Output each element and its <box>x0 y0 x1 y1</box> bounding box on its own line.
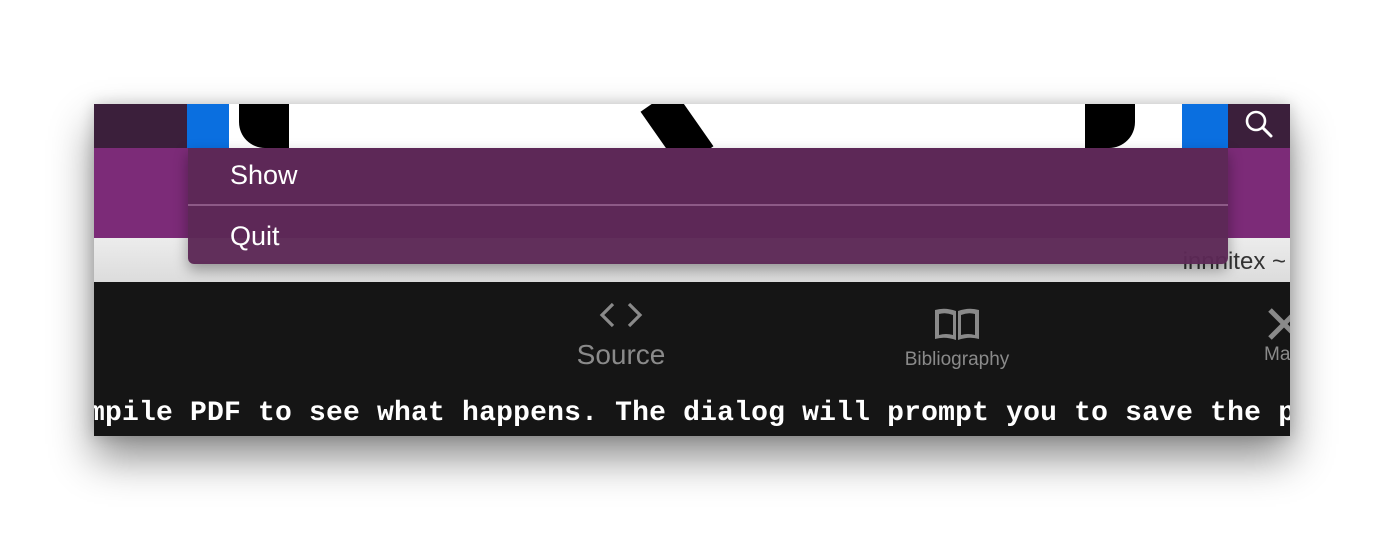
status-item-highlight-right <box>1182 104 1228 148</box>
tab-source-label: Source <box>576 339 666 370</box>
menu-separator <box>188 204 1228 206</box>
tab-source[interactable]: Source <box>546 300 696 371</box>
tab-bibliography-label: Bibliography <box>904 349 1010 370</box>
menu-item-show[interactable]: Show <box>188 150 1228 200</box>
status-item-menu: Show Quit <box>188 148 1228 264</box>
editor-source-text[interactable]: mpile PDF to see what happens. The dialo… <box>94 398 1290 429</box>
editor-panel: Source Bibliography Ma mpile PDF to see … <box>94 282 1290 436</box>
tab-more[interactable]: Ma <box>1264 306 1290 366</box>
status-item-highlight-left <box>187 104 229 148</box>
tab-more-label: Ma <box>1264 344 1290 365</box>
book-icon <box>933 308 981 346</box>
search-icon <box>1244 109 1274 144</box>
menu-bar <box>94 104 1290 170</box>
code-brackets-icon <box>599 302 643 334</box>
spotlight-search-button[interactable] <box>1228 104 1290 148</box>
status-item-glyph-left <box>239 104 289 148</box>
close-x-icon <box>1264 306 1290 342</box>
status-bar-item[interactable] <box>187 104 1228 170</box>
status-item-glyph-right <box>1085 104 1135 148</box>
tab-bibliography[interactable]: Bibliography <box>884 306 1030 371</box>
menu-item-quit[interactable]: Quit <box>188 211 1228 261</box>
